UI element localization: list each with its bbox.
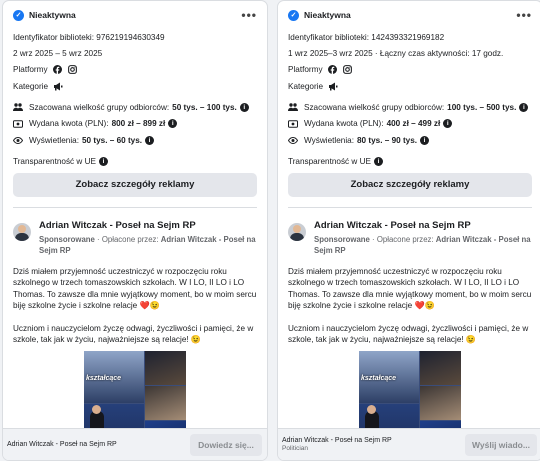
- spend-row: Wydana kwota (PLN): 400 zł – 499 zł i: [288, 116, 532, 132]
- info-icon[interactable]: i: [98, 156, 108, 166]
- ad-footer: Adrian Witczak - Poseł na Sejm RP Politi…: [278, 428, 540, 460]
- megaphone-icon: [53, 81, 63, 91]
- spend-label: Wydana kwota (PLN):: [29, 119, 109, 128]
- post-header: Adrian Witczak - Poseł na Sejm RP Sponso…: [13, 220, 257, 256]
- categories-label: Kategorie: [288, 81, 324, 91]
- image-caption: kształcące: [361, 375, 397, 383]
- audience-label: Szacowana wielkość grupy odbiorców:: [304, 102, 445, 112]
- people-icon: [13, 102, 23, 112]
- audience-label: Szacowana wielkość grupy odbiorców:: [29, 102, 170, 112]
- info-icon[interactable]: i: [239, 102, 249, 112]
- see-ad-details-button[interactable]: Zobacz szczegóły reklamy: [288, 173, 532, 197]
- money-icon: [288, 119, 298, 129]
- status-label: Nieaktywna: [304, 10, 351, 20]
- info-icon[interactable]: i: [443, 119, 453, 128]
- learn-more-button[interactable]: Dowiedz się...: [190, 433, 262, 456]
- divider: [13, 207, 257, 208]
- status-badge: ✓ Nieaktywna: [288, 9, 351, 21]
- info-icon[interactable]: i: [373, 156, 383, 166]
- instagram-icon: [68, 65, 78, 75]
- audience-row: Szacowana wielkość grupy odbiorców: 50 t…: [13, 99, 257, 115]
- see-ad-details-button[interactable]: Zobacz szczegóły reklamy: [13, 173, 257, 197]
- post-author[interactable]: Adrian Witczak - Poseł na Sejm RP: [314, 220, 532, 232]
- avatar[interactable]: [13, 223, 31, 241]
- post-paragraph: Uczniom i nauczycielom życzę odwagi, życ…: [288, 323, 529, 345]
- footer-page-name[interactable]: Adrian Witczak - Poseł na Sejm RP: [7, 441, 117, 448]
- instagram-icon: [343, 65, 353, 75]
- avatar[interactable]: [288, 223, 306, 241]
- post-author[interactable]: Adrian Witczak - Poseł na Sejm RP: [39, 220, 257, 232]
- check-badge-icon: ✓: [13, 9, 24, 21]
- post-sponsor-line: Sponsorowane · Opłacone przez: Adrian Wi…: [39, 234, 257, 256]
- transparency-label: Transparentność w UE: [13, 156, 96, 166]
- ad-card: ✓ Nieaktywna ••• Identyfikator bibliotek…: [2, 0, 268, 461]
- more-options-button[interactable]: •••: [516, 9, 532, 21]
- info-icon[interactable]: i: [420, 135, 430, 145]
- facebook-icon: [328, 65, 338, 75]
- footer-page-name[interactable]: Adrian Witczak - Poseł na Sejm RP: [282, 437, 392, 444]
- transparency-label: Transparentność w UE: [288, 156, 371, 166]
- status-badge: ✓ Nieaktywna: [13, 9, 76, 21]
- money-icon: [13, 119, 23, 129]
- post-paragraph: Dziś miałem przyjemność uczestniczyć w r…: [288, 267, 532, 311]
- sponsored-label: Sponsorowane: [314, 235, 370, 244]
- impressions-row: Wyświetlenia: 50 tys. – 60 tys. i: [13, 132, 257, 148]
- impressions-row: Wyświetlenia: 80 tys. – 90 tys. i: [288, 132, 532, 148]
- status-label: Nieaktywna: [29, 10, 76, 20]
- library-id: Identyfikator biblioteki: 97621919463034…: [13, 32, 165, 42]
- post-paragraph: Uczniom i nauczycielom życzę odwagi, życ…: [13, 323, 254, 345]
- post-sponsor-line: Sponsorowane · Opłacone przez: Adrian Wi…: [314, 234, 532, 256]
- transparency-row: Transparentność w UE i: [13, 153, 257, 169]
- run-dates: 2 wrz 2025 – 5 wrz 2025: [13, 48, 103, 58]
- audience-value: 100 tys. – 500 tys.: [447, 102, 517, 112]
- ad-card-header: ✓ Nieaktywna •••: [13, 1, 257, 29]
- megaphone-icon: [328, 81, 338, 91]
- transparency-row: Transparentność w UE i: [288, 153, 532, 169]
- ad-card: ✓ Nieaktywna ••• Identyfikator bibliotek…: [277, 0, 540, 461]
- platforms-row: Platformy: [288, 62, 532, 78]
- info-icon[interactable]: i: [145, 135, 155, 145]
- image-caption: kształcące: [86, 375, 122, 383]
- eye-icon: [288, 135, 298, 145]
- check-badge-icon: ✓: [288, 9, 299, 21]
- spend-row: Wydana kwota (PLN): 800 zł – 899 zł i: [13, 116, 257, 132]
- spend-label: Wydana kwota (PLN):: [304, 119, 384, 128]
- ad-card-header: ✓ Nieaktywna •••: [288, 1, 532, 29]
- post-header: Adrian Witczak - Poseł na Sejm RP Sponso…: [288, 220, 532, 256]
- categories-row: Kategorie: [288, 78, 532, 94]
- paid-by-prefix: · Opłacone przez:: [369, 235, 436, 244]
- audience-value: 50 tys. – 100 tys.: [172, 102, 237, 112]
- impressions-value: 80 tys. – 90 tys.: [356, 135, 418, 145]
- ad-footer: Adrian Witczak - Poseł na Sejm RP Dowied…: [3, 428, 267, 460]
- categories-row: Kategorie: [13, 78, 257, 94]
- audience-row: Szacowana wielkość grupy odbiorców: 100 …: [288, 99, 532, 115]
- more-options-button[interactable]: •••: [241, 9, 257, 21]
- post-text: Dziś miałem przyjemność uczestniczyć w r…: [288, 266, 532, 345]
- impressions-value: 50 tys. – 60 tys.: [81, 135, 143, 145]
- run-dates: 1 wrz 2025–3 wrz 2025 · Łączny czas akty…: [288, 48, 504, 58]
- facebook-icon: [53, 65, 63, 75]
- impressions-label: Wyświetlenia:: [29, 135, 79, 145]
- divider: [288, 207, 532, 208]
- spend-value: 400 zł – 499 zł: [386, 119, 441, 128]
- categories-label: Kategorie: [13, 81, 49, 91]
- paid-by-prefix: · Opłacone przez:: [94, 235, 161, 244]
- platforms-row: Platformy: [13, 62, 257, 78]
- sponsored-label: Sponsorowane: [39, 235, 95, 244]
- library-id: Identyfikator biblioteki: 14243933219691…: [288, 32, 445, 42]
- send-message-button[interactable]: Wyślij wiado...: [465, 433, 537, 456]
- platforms-label: Platformy: [288, 65, 323, 74]
- platforms-label: Platformy: [13, 65, 48, 74]
- info-icon[interactable]: i: [168, 119, 178, 128]
- post-paragraph: Dziś miałem przyjemność uczestniczyć w r…: [13, 267, 257, 311]
- people-icon: [288, 102, 298, 112]
- info-icon[interactable]: i: [519, 102, 529, 112]
- impressions-label: Wyświetlenia:: [304, 135, 354, 145]
- footer-page-category: Politician: [282, 445, 309, 452]
- spend-value: 800 zł – 899 zł: [111, 119, 166, 128]
- post-text: Dziś miałem przyjemność uczestniczyć w r…: [13, 266, 257, 345]
- eye-icon: [13, 135, 23, 145]
